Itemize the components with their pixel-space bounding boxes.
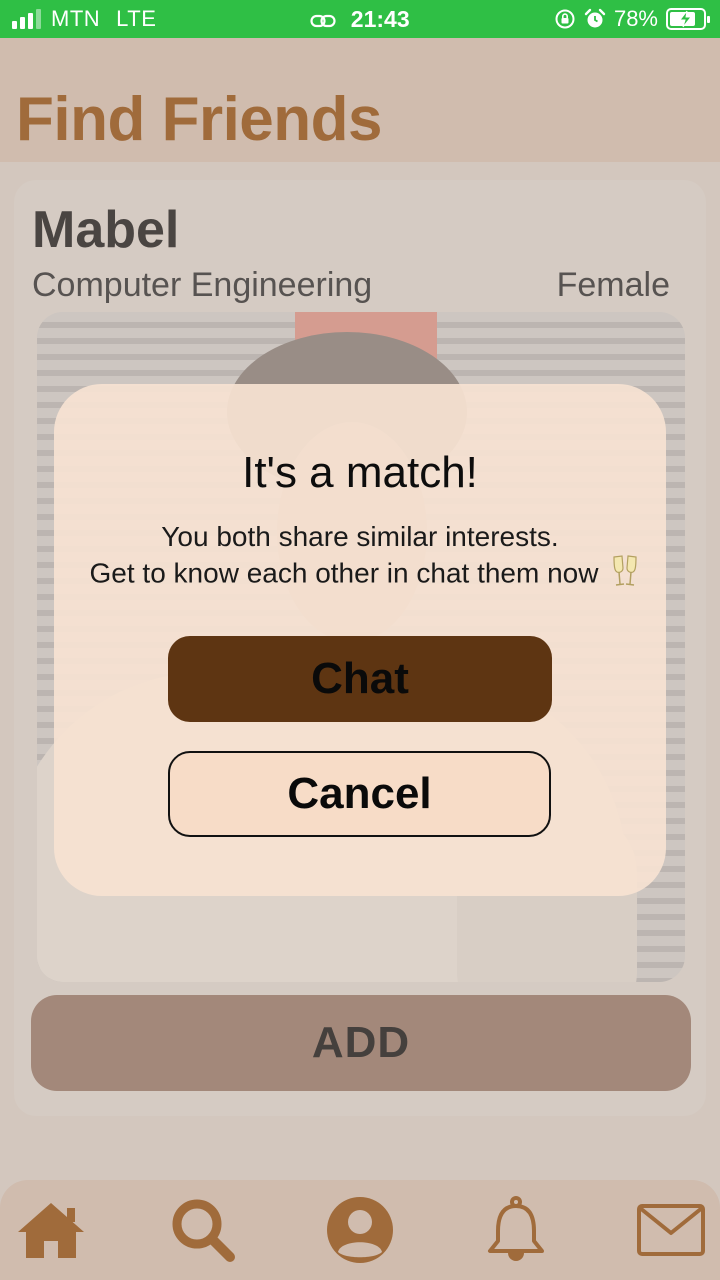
add-friend-button[interactable]: ADD <box>31 995 691 1091</box>
mail-icon <box>637 1204 705 1256</box>
home-icon <box>18 1203 84 1258</box>
battery-percent: 78% <box>613 6 658 31</box>
dialog-title: It's a match! <box>242 448 478 497</box>
rotation-lock-icon <box>555 9 575 29</box>
clinking-glasses-icon <box>610 554 640 596</box>
profile-name: Mabel <box>32 201 180 259</box>
status-right: 78% <box>554 6 710 32</box>
dialog-message: You both share similar interests. Get to… <box>0 519 720 596</box>
clock: 21:43 <box>350 6 410 32</box>
dialog-message-line1: You both share similar interests. <box>161 521 559 552</box>
search-icon <box>172 1199 235 1262</box>
battery-charging-icon <box>666 8 710 30</box>
nav-home[interactable] <box>10 1180 92 1280</box>
nav-search[interactable] <box>162 1180 244 1280</box>
alarm-icon <box>584 8 606 28</box>
link-icon <box>310 14 336 28</box>
nav-messages[interactable] <box>630 1180 712 1280</box>
dialog-message-line2: Get to know each other in chat them now <box>89 557 599 589</box>
profile-major: Computer Engineering <box>32 266 373 304</box>
profile-gender: Female <box>556 266 670 304</box>
app-header: Find Friends <box>0 38 720 162</box>
nav-profile[interactable] <box>320 1180 400 1280</box>
profile-icon <box>327 1197 393 1263</box>
cancel-button[interactable]: Cancel <box>168 751 551 837</box>
bell-icon <box>488 1196 544 1261</box>
chat-button[interactable]: Chat <box>168 636 552 722</box>
status-bar: MTN LTE 21:43 78% <box>0 0 720 38</box>
page-title: Find Friends <box>16 85 383 154</box>
bottom-nav <box>0 1180 720 1280</box>
nav-notifications[interactable] <box>476 1180 556 1280</box>
dialog-message-line2-wrap: Get to know each other in chat them now <box>80 554 641 596</box>
